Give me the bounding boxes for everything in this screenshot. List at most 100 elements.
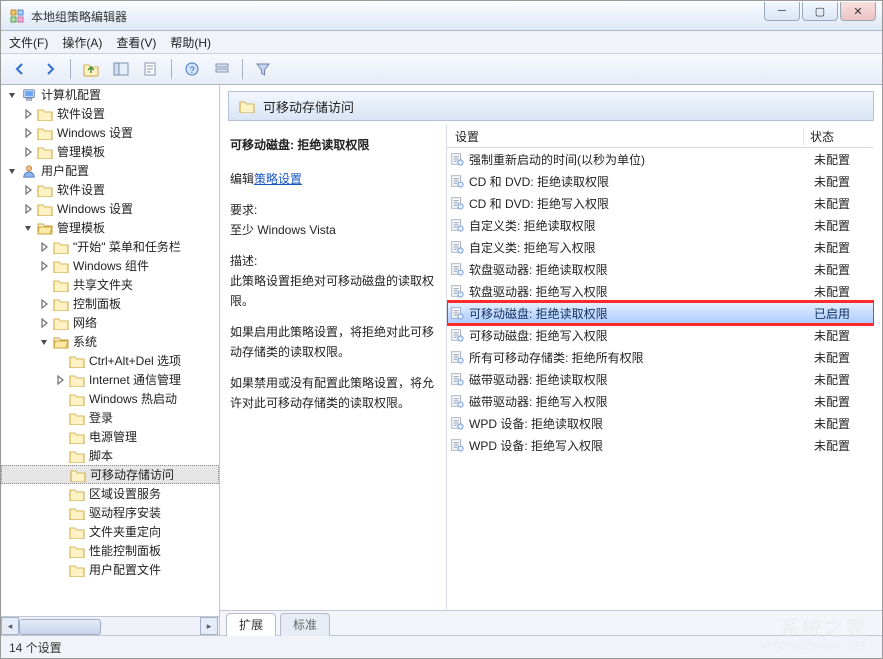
tree-node[interactable]: 软件设置 (1, 180, 219, 199)
list-item[interactable]: 可移动磁盘: 拒绝读取权限已启用 (447, 302, 874, 324)
tree-node[interactable]: Windows 设置 (1, 199, 219, 218)
setting-item-icon (447, 394, 467, 408)
back-button[interactable] (7, 56, 33, 82)
expand-toggle[interactable] (53, 373, 67, 387)
toggle-tree-button[interactable] (108, 56, 134, 82)
expand-toggle[interactable] (37, 259, 51, 273)
tree-label: 软件设置 (57, 105, 105, 122)
computer-icon (21, 88, 37, 102)
list-item[interactable]: 自定义类: 拒绝写入权限未配置 (447, 236, 874, 258)
expand-toggle[interactable] (5, 164, 19, 178)
tree-label: 文件夹重定向 (89, 523, 161, 540)
tree-scroll[interactable]: 计算机配置 软件设置 Windows 设置 管理模板 用户配置 (1, 85, 219, 616)
tree-node[interactable]: 文件夹重定向 (1, 522, 219, 541)
setting-state: 未配置 (814, 151, 874, 168)
expand-toggle[interactable] (37, 240, 51, 254)
expand-toggle[interactable] (21, 183, 35, 197)
list-item[interactable]: 磁带驱动器: 拒绝读取权限未配置 (447, 368, 874, 390)
tree-node[interactable]: 网络 (1, 313, 219, 332)
setting-name: 磁带驱动器: 拒绝写入权限 (467, 393, 814, 410)
column-state[interactable]: 状态 (804, 128, 874, 145)
tab-extended[interactable]: 扩展 (226, 613, 276, 636)
expand-toggle[interactable] (21, 107, 35, 121)
tree-node[interactable]: 区域设置服务 (1, 484, 219, 503)
expand-toggle[interactable] (21, 126, 35, 140)
folder-icon (70, 468, 86, 482)
tree-node[interactable]: 控制面板 (1, 294, 219, 313)
edit-policy-link[interactable]: 策略设置 (254, 172, 302, 186)
tree-node[interactable]: 管理模板 (1, 142, 219, 161)
tree-node-admin-templates[interactable]: 管理模板 (1, 218, 219, 237)
maximize-button[interactable]: ▢ (802, 2, 838, 21)
setting-name: 所有可移动存储类: 拒绝所有权限 (467, 349, 814, 366)
filter-button[interactable] (250, 56, 276, 82)
scroll-left-arrow-icon[interactable]: ◂ (1, 617, 19, 635)
tree-node[interactable]: 脚本 (1, 446, 219, 465)
list-item[interactable]: 可移动磁盘: 拒绝写入权限未配置 (447, 324, 874, 346)
tree-node[interactable]: 共享文件夹 (1, 275, 219, 294)
tree-node[interactable]: 软件设置 (1, 104, 219, 123)
tree-node[interactable]: Windows 组件 (1, 256, 219, 275)
properties-button[interactable] (138, 56, 164, 82)
column-setting[interactable]: 设置 (447, 128, 804, 145)
list-item[interactable]: 自定义类: 拒绝读取权限未配置 (447, 214, 874, 236)
folder-icon (53, 316, 69, 330)
tree-node[interactable]: 驱动程序安装 (1, 503, 219, 522)
tree-node[interactable]: Windows 热启动 (1, 389, 219, 408)
filter-icon (255, 61, 271, 77)
list-item[interactable]: 磁带驱动器: 拒绝写入权限未配置 (447, 390, 874, 412)
tree-node[interactable]: 登录 (1, 408, 219, 427)
tree-node-system[interactable]: 系统 (1, 332, 219, 351)
expand-toggle[interactable] (21, 202, 35, 216)
close-button[interactable]: ✕ (840, 2, 876, 21)
list-item[interactable]: 所有可移动存储类: 拒绝所有权限未配置 (447, 346, 874, 368)
tree-horizontal-scrollbar[interactable]: ◂ ▸ (1, 616, 219, 635)
folder-icon (37, 183, 53, 197)
tree-node[interactable]: Internet 通信管理 (1, 370, 219, 389)
tab-standard[interactable]: 标准 (280, 613, 330, 636)
setting-name: CD 和 DVD: 拒绝写入权限 (467, 195, 814, 212)
expand-toggle[interactable] (21, 221, 35, 235)
folder-icon (37, 145, 53, 159)
tree-node[interactable]: 性能控制面板 (1, 541, 219, 560)
tree-node[interactable]: "开始" 菜单和任务栏 (1, 237, 219, 256)
menu-file[interactable]: 文件(F) (9, 34, 48, 51)
list-item[interactable]: CD 和 DVD: 拒绝读取权限未配置 (447, 170, 874, 192)
list-item[interactable]: 软盘驱动器: 拒绝写入权限未配置 (447, 280, 874, 302)
expand-toggle[interactable] (21, 145, 35, 159)
scroll-thumb[interactable] (19, 619, 101, 635)
tree-node[interactable]: 电源管理 (1, 427, 219, 446)
chevron-right-icon (39, 318, 49, 328)
setting-item-icon (447, 152, 467, 166)
description-label: 描述: (230, 254, 257, 268)
chevron-right-icon (23, 147, 33, 157)
up-button[interactable] (78, 56, 104, 82)
minimize-button[interactable]: ─ (764, 2, 800, 21)
help-button[interactable] (179, 56, 205, 82)
tree-node-user-config[interactable]: 用户配置 (1, 161, 219, 180)
expand-toggle[interactable] (37, 297, 51, 311)
expand-toggle[interactable] (5, 88, 19, 102)
setting-item-icon (447, 174, 467, 188)
tree-node[interactable]: Ctrl+Alt+Del 选项 (1, 351, 219, 370)
expand-toggle[interactable] (37, 335, 51, 349)
list-item[interactable]: 强制重新启动的时间(以秒为单位)未配置 (447, 148, 874, 170)
list-item[interactable]: WPD 设备: 拒绝读取权限未配置 (447, 412, 874, 434)
setting-item-icon (447, 328, 467, 342)
menu-action[interactable]: 操作(A) (62, 34, 102, 51)
list-body[interactable]: 强制重新启动的时间(以秒为单位)未配置CD 和 DVD: 拒绝读取权限未配置CD… (447, 148, 874, 610)
list-item[interactable]: CD 和 DVD: 拒绝写入权限未配置 (447, 192, 874, 214)
tree-node[interactable]: 用户配置文件 (1, 560, 219, 579)
options-button[interactable] (209, 56, 235, 82)
menu-help[interactable]: 帮助(H) (170, 34, 211, 51)
list-item[interactable]: 软盘驱动器: 拒绝读取权限未配置 (447, 258, 874, 280)
list-item[interactable]: WPD 设备: 拒绝写入权限未配置 (447, 434, 874, 456)
tree-node-computer-config[interactable]: 计算机配置 (1, 85, 219, 104)
scroll-right-arrow-icon[interactable]: ▸ (200, 617, 218, 635)
forward-button[interactable] (37, 56, 63, 82)
tree-node[interactable]: 可移动存储访问 (1, 465, 219, 484)
toolbar-separator (242, 59, 243, 79)
menu-view[interactable]: 查看(V) (116, 34, 156, 51)
expand-toggle[interactable] (37, 316, 51, 330)
tree-node[interactable]: Windows 设置 (1, 123, 219, 142)
